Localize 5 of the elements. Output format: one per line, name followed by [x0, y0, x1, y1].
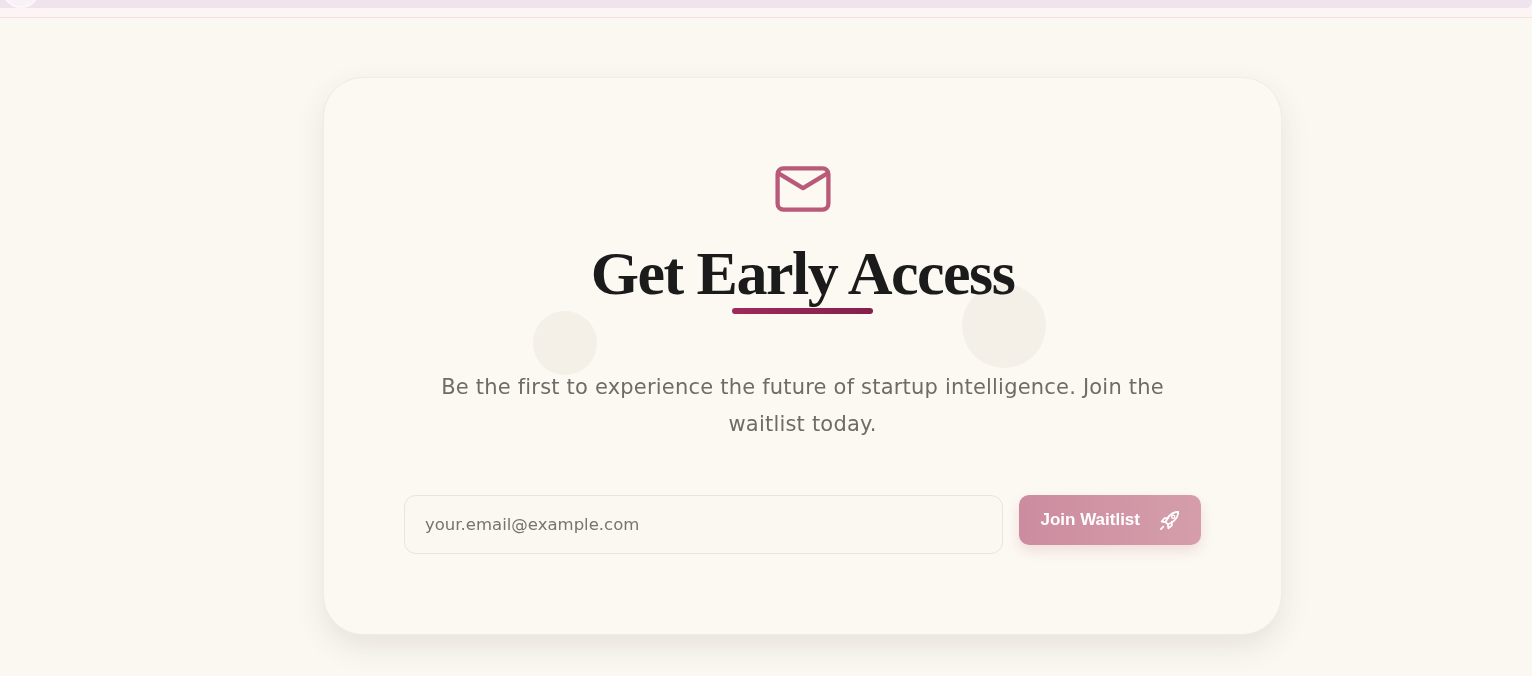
email-field[interactable]: your.email@example.com	[404, 495, 1003, 554]
signup-description: Be the first to experience the future of startup intelligence. Join the waitlist today.	[440, 374, 1165, 438]
envelope-icon	[774, 166, 831, 212]
rocket-icon	[1160, 510, 1179, 530]
signup-title: Get Early Access	[590, 238, 1015, 308]
